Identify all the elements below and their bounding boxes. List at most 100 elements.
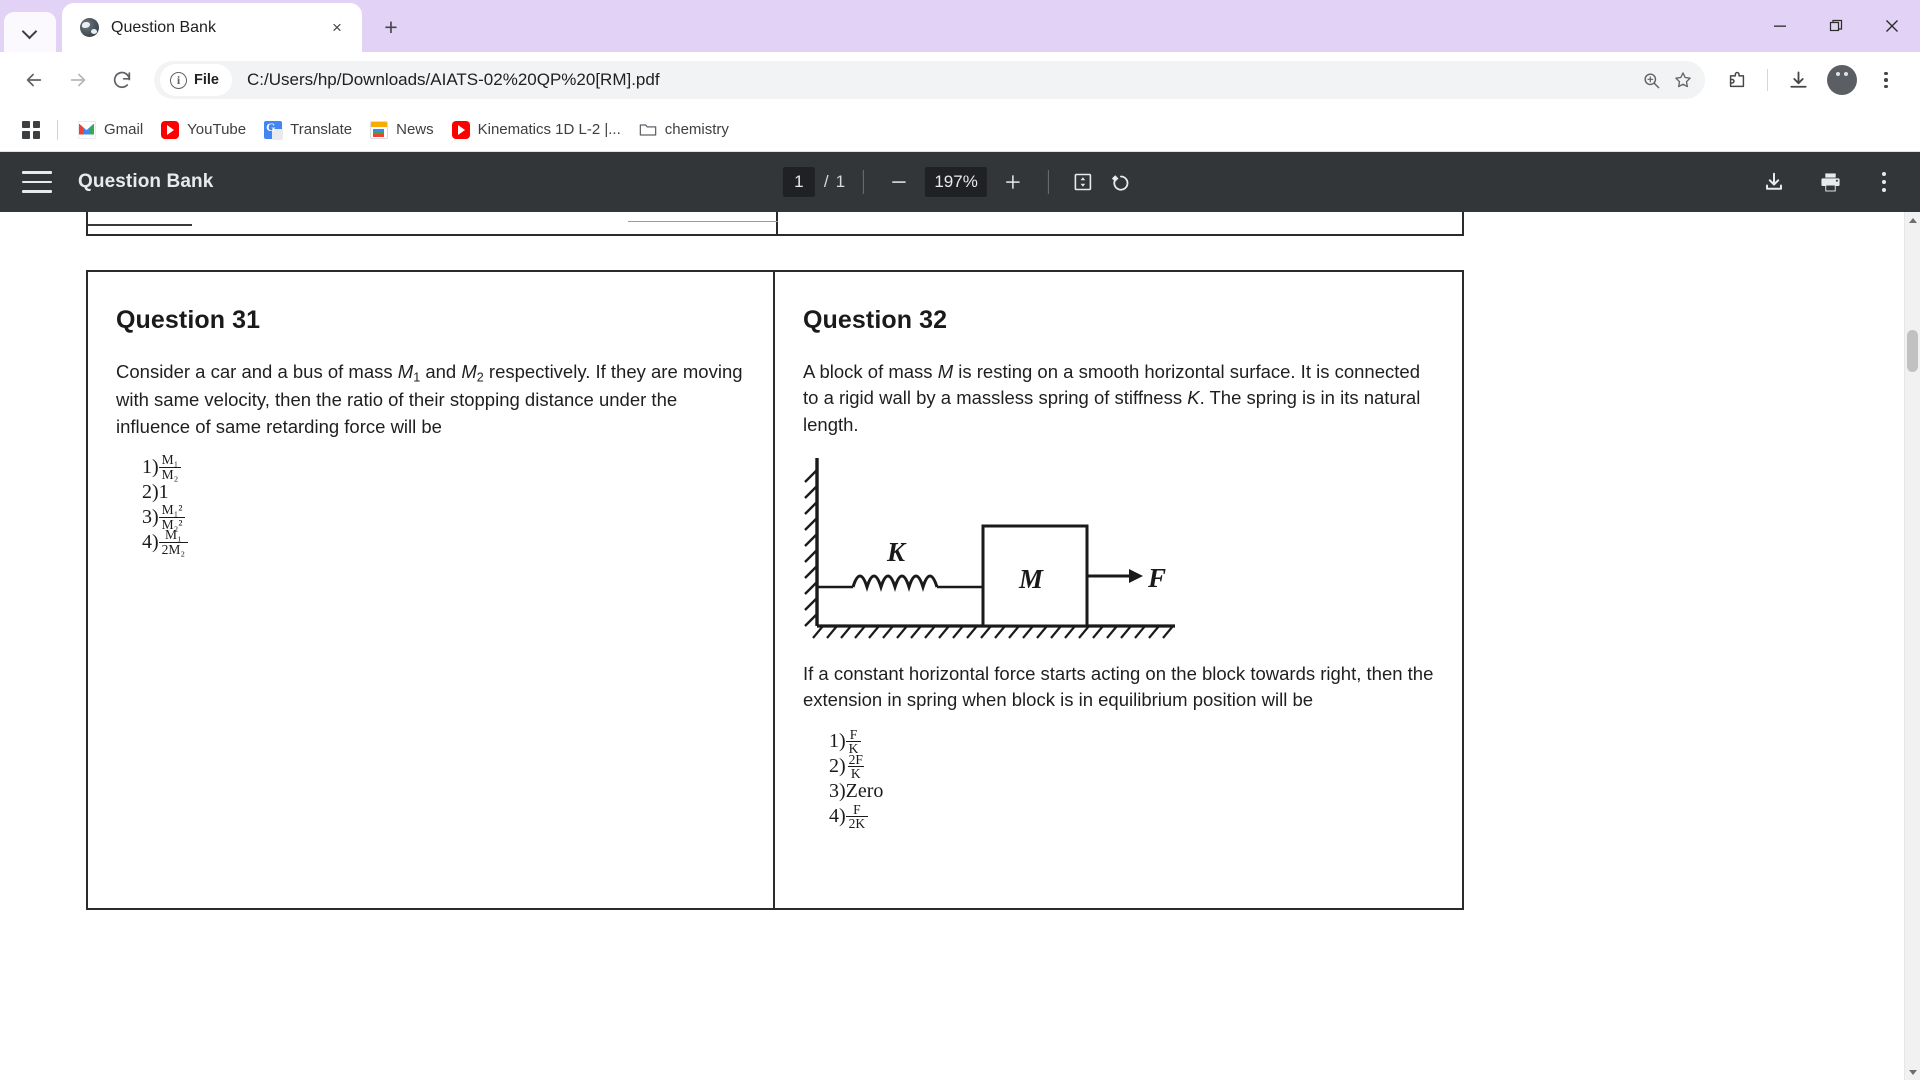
fraction-denominator: M₂	[158, 466, 182, 482]
close-icon[interactable]: ×	[324, 15, 350, 41]
star-icon[interactable]	[1667, 64, 1699, 96]
pdf-page-scroll[interactable]: Question 31 Consider a car and a bus of …	[0, 212, 1904, 1080]
question-31-title: Question 31	[116, 306, 261, 334]
extensions-icon[interactable]	[1717, 60, 1757, 100]
bookmark-youtube[interactable]: YouTube	[152, 116, 255, 144]
pdf-document-title: Question Bank	[78, 171, 214, 192]
page-number-input[interactable]: 1	[782, 167, 815, 197]
zoom-in-icon[interactable]	[1635, 64, 1667, 96]
gmail-icon	[78, 120, 96, 139]
maximize-restore-button[interactable]	[1808, 0, 1864, 52]
rotate-counterclockwise-icon[interactable]	[1105, 166, 1137, 198]
minimize-button[interactable]	[1752, 0, 1808, 52]
bookmarks-divider	[57, 119, 58, 140]
tab-strip: Question Bank × +	[0, 0, 1920, 52]
scroll-up-arrow-icon[interactable]	[1905, 212, 1920, 228]
option-item[interactable]: 3) Zero	[829, 779, 1434, 804]
option-number: 1)	[829, 730, 846, 753]
pdf-document-area: Question 31 Consider a car and a bus of …	[0, 212, 1920, 1080]
fit-page-icon[interactable]	[1067, 166, 1099, 198]
option-fraction: F 2K	[845, 801, 869, 831]
scrollbar-thumb[interactable]	[1907, 330, 1918, 372]
forward-button[interactable]	[58, 60, 98, 100]
globe-icon	[80, 18, 99, 37]
option-fraction: M₁ 2M₂	[158, 528, 189, 556]
option-item[interactable]: 2) 1	[142, 480, 745, 505]
window-controls	[1752, 0, 1920, 52]
google-translate-icon	[264, 120, 284, 140]
scroll-down-arrow-icon[interactable]	[1905, 1064, 1920, 1080]
info-icon: i	[170, 71, 187, 89]
bookmarks-bar: Gmail YouTube Translate News Kinematics …	[0, 108, 1920, 152]
toolbar-divider	[1048, 170, 1050, 194]
tab-title: Question Bank	[111, 18, 216, 36]
pdf-page: Question 31 Consider a car and a bus of …	[48, 212, 1866, 1080]
option-number: 1)	[142, 455, 159, 478]
pdf-print-icon[interactable]	[1814, 166, 1846, 198]
question-box: Question 31 Consider a car and a bus of …	[86, 270, 1464, 910]
bookmark-label: Kinematics 1D L-2 |...	[477, 121, 621, 138]
toolbar-divider	[863, 170, 865, 194]
google-news-icon	[370, 120, 389, 139]
question-32-title: Question 32	[803, 306, 948, 334]
hamburger-menu-icon[interactable]	[22, 171, 52, 193]
option-number: 3)	[142, 505, 159, 528]
bookmark-chemistry-folder[interactable]: chemistry	[630, 116, 738, 144]
pdf-viewer: Question Bank 1 / 1 197% Question 31 Con…	[0, 152, 1920, 1080]
option-item[interactable]: 4) M₁ 2M₂	[142, 528, 745, 556]
question-32-options: 1) F K 2) 2F K 3) Zero 4) F 2K	[803, 728, 1434, 831]
option-number: 3)	[829, 780, 846, 803]
bookmark-label: YouTube	[187, 121, 247, 138]
bookmark-label: News	[396, 121, 434, 138]
back-button[interactable]	[14, 60, 54, 100]
block-label: M	[1018, 564, 1044, 594]
question-31-body: Consider a car and a bus of mass M1 and …	[116, 361, 743, 437]
option-item[interactable]: 1) F K	[829, 728, 1434, 755]
browser-toolbar: i File C:/Users/hp/Downloads/AIATS-02%20…	[0, 52, 1920, 108]
spring-label: K	[886, 537, 907, 567]
bookmark-label: Translate	[290, 121, 353, 138]
pdf-download-icon[interactable]	[1758, 166, 1790, 198]
option-fraction: 2F K	[846, 753, 866, 781]
new-tab-button[interactable]: +	[374, 10, 408, 44]
option-item[interactable]: 2) 2F K	[829, 753, 1434, 781]
vertical-scrollbar[interactable]	[1904, 212, 1920, 1080]
reload-button[interactable]	[102, 60, 142, 100]
option-text: Zero	[845, 780, 884, 803]
kebab-menu-icon[interactable]	[1866, 60, 1906, 100]
column-divider	[776, 212, 778, 234]
zoom-in-button[interactable]	[996, 165, 1030, 199]
bookmark-kinematics[interactable]: Kinematics 1D L-2 |...	[443, 116, 630, 144]
browser-window: Question Bank × + i File C:/Users/hp/Dow…	[0, 0, 1920, 1080]
option-number: 4)	[829, 805, 846, 828]
fraction-numerator: F	[853, 801, 861, 817]
question-31-column: Question 31 Consider a car and a bus of …	[88, 272, 775, 908]
force-label: F	[1147, 563, 1166, 593]
question-32-body-after: If a constant horizontal force starts ac…	[803, 662, 1434, 711]
browser-tab[interactable]: Question Bank ×	[62, 3, 362, 52]
bookmark-label: Gmail	[104, 121, 144, 138]
file-scheme-chip[interactable]: i File	[160, 64, 232, 96]
profile-avatar[interactable]	[1822, 60, 1862, 100]
zoom-level-input[interactable]: 197%	[925, 167, 988, 197]
pdf-page-zoom-controls: 1 / 1 197%	[782, 165, 1137, 199]
bookmark-news[interactable]: News	[361, 116, 443, 144]
tab-search-button[interactable]	[4, 12, 56, 52]
fraction-numerator: M₁²	[161, 502, 183, 518]
address-bar[interactable]: i File C:/Users/hp/Downloads/AIATS-02%20…	[154, 61, 1705, 99]
bookmark-gmail[interactable]: Gmail	[69, 116, 152, 144]
youtube-icon	[161, 120, 180, 139]
close-button[interactable]	[1864, 0, 1920, 52]
fraction-denominator: K	[847, 766, 864, 781]
bookmark-translate[interactable]: Translate	[255, 116, 361, 144]
option-item[interactable]: 4) F 2K	[829, 801, 1434, 831]
pdf-more-actions-icon[interactable]	[1870, 172, 1898, 192]
option-item[interactable]: 3) M₁² M₂²	[142, 502, 745, 531]
rule-line	[628, 220, 778, 222]
zoom-out-button[interactable]	[882, 165, 916, 199]
download-icon[interactable]	[1778, 60, 1818, 100]
fraction-numerator: 2F	[848, 751, 863, 767]
apps-grid-icon[interactable]	[16, 115, 46, 145]
chevron-down-icon	[23, 25, 37, 39]
option-item[interactable]: 1) M₁ M₂	[142, 453, 745, 482]
